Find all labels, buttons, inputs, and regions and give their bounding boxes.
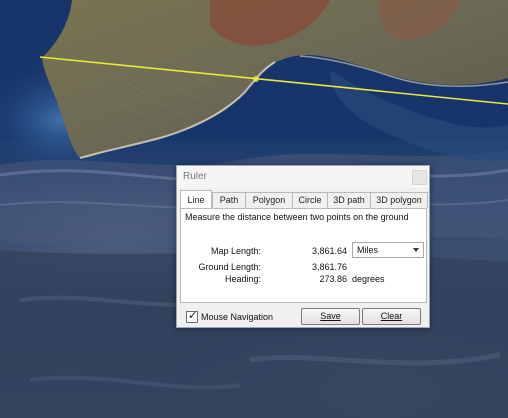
- ruler-title: Ruler: [183, 171, 207, 182]
- tab-circle[interactable]: Circle: [292, 192, 328, 208]
- save-button[interactable]: Save: [301, 308, 360, 325]
- heading-label: Heading:: [224, 274, 261, 284]
- tab-3d-polygon[interactable]: 3D polygon: [370, 192, 428, 208]
- unit-select[interactable]: Miles: [352, 242, 424, 258]
- map-length-value: 3,861.64: [311, 246, 347, 256]
- mouse-navigation-label[interactable]: Mouse Navigation: [201, 312, 273, 322]
- map-length-label: Map Length:: [210, 246, 261, 256]
- save-button-label: Save: [320, 311, 341, 321]
- heading-unit: degrees: [352, 274, 385, 284]
- close-icon[interactable]: [412, 170, 427, 185]
- ruler-titlebar[interactable]: Ruler: [177, 166, 429, 188]
- line-tab-panel: Measure the distance between two points …: [180, 208, 427, 303]
- tab-polygon[interactable]: Polygon: [245, 192, 293, 208]
- clear-button[interactable]: Clear: [362, 308, 421, 325]
- heading-value: 273.86: [319, 274, 347, 284]
- ground-length-label: Ground Length:: [198, 262, 261, 272]
- tab-3d-path[interactable]: 3D path: [327, 192, 371, 208]
- chevron-down-icon: [413, 248, 419, 252]
- ruler-description: Measure the distance between two points …: [185, 212, 409, 222]
- clear-button-label: Clear: [380, 311, 403, 321]
- unit-select-value: Miles: [357, 245, 379, 255]
- tab-line[interactable]: Line: [180, 190, 212, 208]
- tab-path[interactable]: Path: [212, 192, 246, 208]
- ground-length-value: 3,861.76: [311, 262, 347, 272]
- measurement-midpoint[interactable]: [253, 76, 259, 82]
- ruler-dialog: Ruler Line Path Polygon Circle 3D path 3…: [176, 165, 430, 328]
- mouse-navigation-checkbox[interactable]: ✓: [186, 310, 198, 323]
- checkmark-icon: ✓: [188, 310, 198, 322]
